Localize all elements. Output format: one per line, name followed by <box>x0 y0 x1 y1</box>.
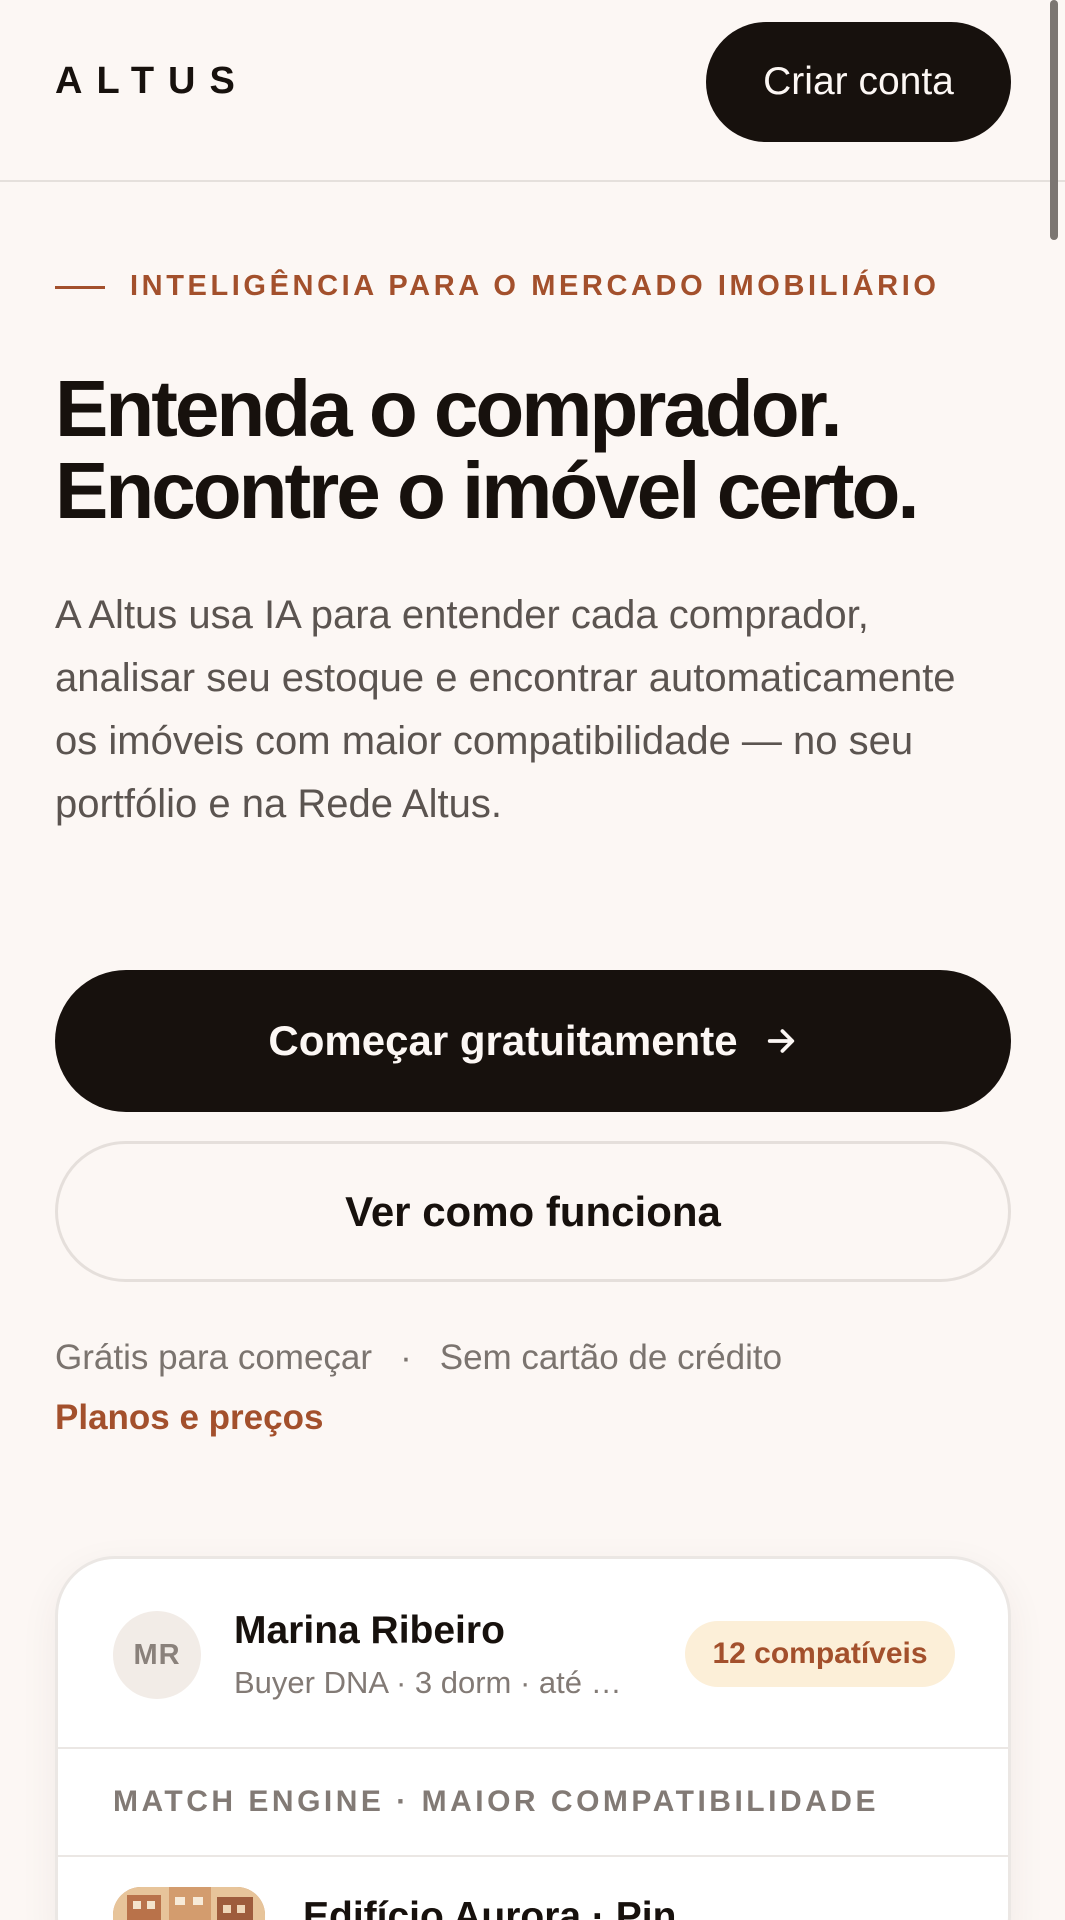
altus-logo[interactable]: ALTUS <box>55 60 249 103</box>
meta-free-to-start: Grátis para começar <box>55 1338 373 1377</box>
start-free-button[interactable]: Começar gratuitamente <box>55 970 1011 1112</box>
hero-meta: Grátis para começar · Sem cartão de crédit… <box>55 1338 782 1378</box>
arrow-right-icon <box>767 1029 794 1053</box>
match-engine-label: MATCH ENGINE · MAIOR COMPATIBILIDADE <box>113 1785 879 1818</box>
top-header: ALTUS Criar conta <box>0 0 1065 182</box>
meta-separator: · <box>400 1338 412 1377</box>
hero-headline-line-2: Encontre o imóvel certo. <box>55 446 920 535</box>
pricing-link[interactable]: Planos e preços <box>55 1398 323 1438</box>
start-free-label: Começar gratuitamente <box>268 1017 738 1064</box>
meta-no-credit-card: Sem cartão de crédito <box>439 1338 783 1377</box>
matches-badge: 12 compatíveis <box>685 1621 955 1687</box>
building-image <box>113 1887 265 1920</box>
property-list-item[interactable]: Edifício Aurora · Pin <box>58 1857 1008 1920</box>
landing-page: ALTUS Criar conta INTELIGÊNCIA PARA O ME… <box>0 0 1065 1920</box>
avatar: MR <box>113 1611 201 1699</box>
hero-headline: Entenda o comprador. Encontre o imóvel c… <box>55 368 1035 532</box>
buyer-dna-summary: Buyer DNA · 3 dorm · até R… <box>234 1665 639 1700</box>
create-account-button[interactable]: Criar conta <box>706 22 1011 142</box>
hero-headline-line-1: Entenda o comprador. <box>55 364 843 453</box>
how-it-works-button[interactable]: Ver como funciona <box>55 1141 1011 1282</box>
property-thumbnail <box>113 1887 265 1920</box>
buyer-match-card: MR Marina Ribeiro Buyer DNA · 3 dorm · a… <box>55 1556 1011 1920</box>
page-scrollbar[interactable] <box>1050 0 1058 240</box>
eyebrow-divider <box>55 286 105 289</box>
hero-lead: A Altus usa IA para entender cada compra… <box>55 593 956 826</box>
property-title: Edifício Aurora · Pin <box>303 1895 677 1920</box>
buyer-header[interactable]: MR Marina Ribeiro Buyer DNA · 3 dorm · a… <box>58 1559 1008 1749</box>
buyer-name: Marina Ribeiro <box>234 1609 505 1652</box>
match-engine-row: MATCH ENGINE · MAIOR COMPATIBILIDADE <box>58 1749 1008 1857</box>
hero-eyebrow: INTELIGÊNCIA PARA O MERCADO IMOBILIÁRIO <box>130 270 940 302</box>
